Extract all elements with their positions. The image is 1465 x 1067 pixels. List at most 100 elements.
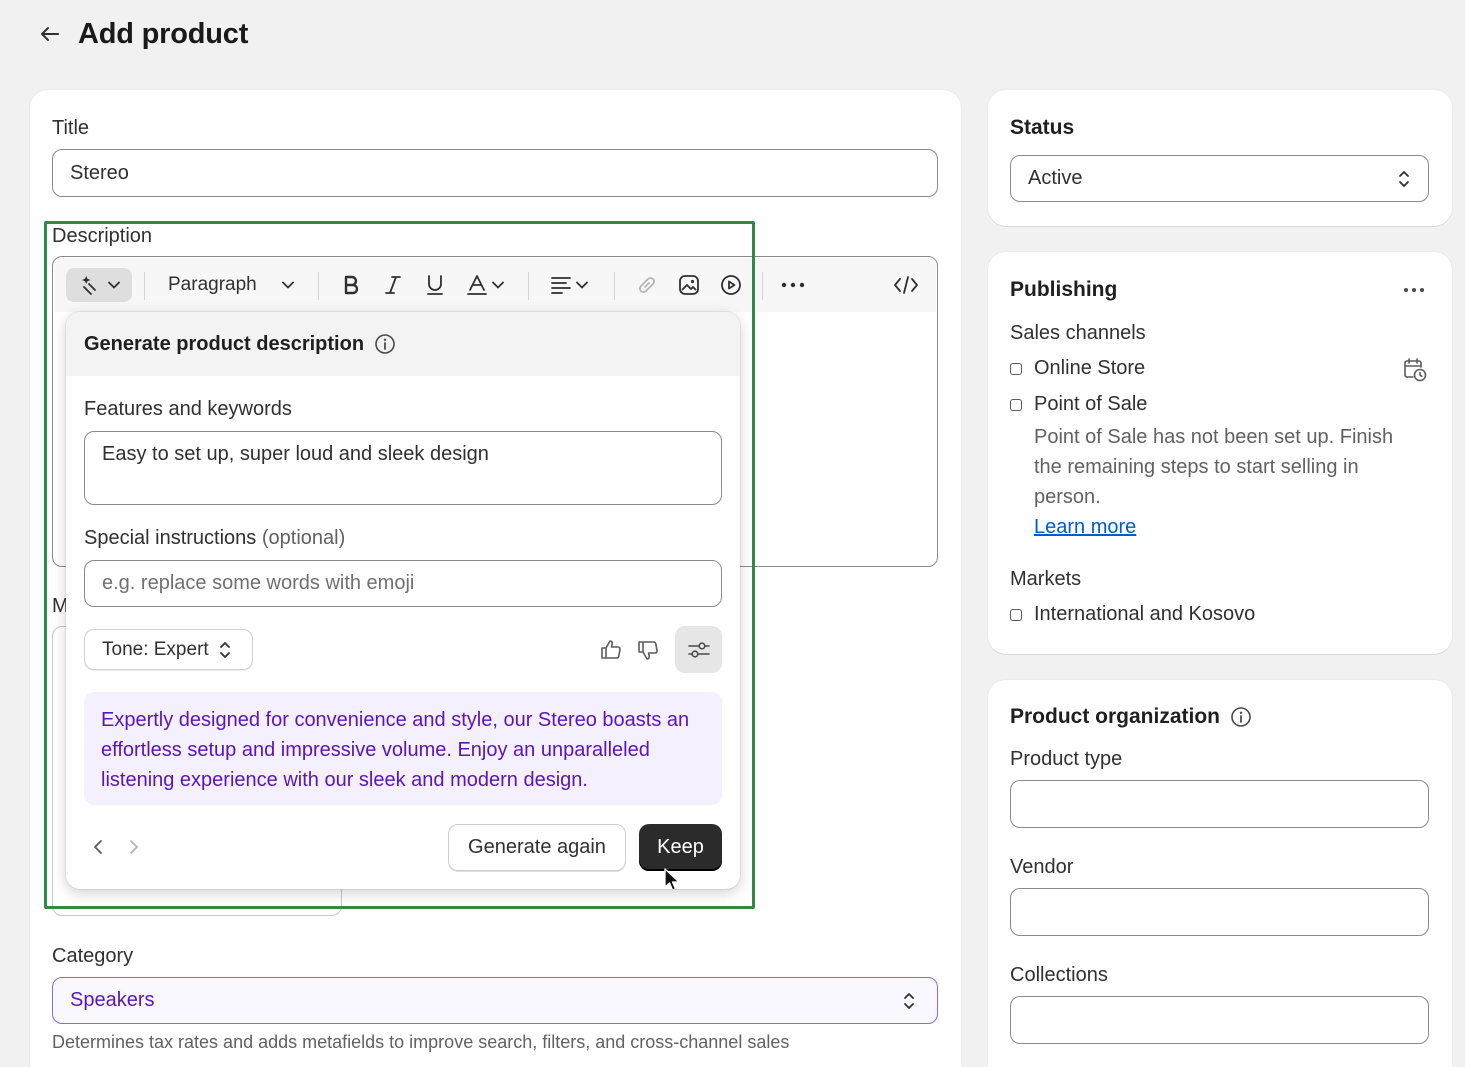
calendar-clock-icon: [1402, 357, 1428, 383]
play-circle-icon: [720, 274, 742, 296]
thumbs-down-icon: [636, 638, 660, 662]
sparkle-icon: [78, 274, 100, 296]
align-left-icon: [550, 276, 572, 294]
chevron-down-icon: [492, 281, 504, 289]
chevron-down-icon: [576, 281, 588, 289]
product-organization-header: Product organization: [1010, 705, 1252, 729]
sales-channels-label: Sales channels: [1010, 322, 1146, 344]
bold-button[interactable]: [334, 268, 368, 302]
features-label: Features and keywords: [84, 398, 292, 420]
mouse-cursor-icon: [664, 868, 680, 889]
status-title: Status: [1010, 116, 1075, 139]
toolbar-divider: [528, 272, 529, 300]
bullet-icon: [1010, 608, 1022, 621]
html-view-button[interactable]: [888, 268, 924, 302]
video-button[interactable]: [714, 268, 748, 302]
generate-description-popover: Generate product description Features an…: [66, 312, 740, 889]
schedule-availability-button[interactable]: [1400, 356, 1430, 384]
collections-label: Collections: [1010, 964, 1108, 986]
bold-icon: [342, 275, 360, 295]
category-help-text: Determines tax rates and adds metafields…: [52, 1032, 790, 1052]
thumbs-up-icon: [599, 638, 623, 662]
toolbar-divider: [762, 272, 763, 300]
instructions-placeholder: e.g. replace some words with emoji: [102, 572, 415, 594]
market-item: International and Kosovo: [1010, 603, 1255, 626]
product-type-label: Product type: [1010, 748, 1123, 770]
features-input-value: Easy to set up, super loud and sleek des…: [102, 443, 489, 465]
title-input[interactable]: Stereo: [52, 149, 938, 197]
instructions-label: Special instructions (optional): [84, 527, 345, 550]
title-label: Title: [52, 117, 90, 139]
link-button[interactable]: [630, 268, 664, 302]
magic-generate-button[interactable]: [66, 268, 132, 302]
chevron-up-down-icon: [219, 640, 231, 660]
align-button[interactable]: [544, 268, 594, 302]
underline-button[interactable]: [418, 268, 452, 302]
arrow-left-icon: [38, 22, 62, 46]
optional-hint: (optional): [261, 527, 346, 549]
instructions-input[interactable]: e.g. replace some words with emoji: [84, 560, 722, 607]
code-icon: [893, 275, 919, 295]
channel-point-of-sale: Point of Sale: [1010, 393, 1147, 416]
toolbar-divider: [144, 272, 145, 300]
paragraph-select-label: Paragraph: [168, 274, 257, 295]
more-formatting-button[interactable]: [776, 268, 810, 302]
pos-setup-note: Point of Sale has not been set up. Finis…: [1034, 426, 1394, 508]
text-color-icon: [466, 274, 488, 296]
editor-toolbar: Paragraph: [54, 258, 936, 312]
link-icon: [636, 274, 658, 296]
chevron-up-down-icon: [903, 991, 915, 1011]
italic-button[interactable]: [376, 268, 410, 302]
vendor-input[interactable]: [1010, 888, 1429, 936]
generated-description-result: Expertly designed for convenience and st…: [84, 692, 722, 805]
adjust-settings-button[interactable]: [675, 626, 722, 673]
more-horizontal-icon: [1403, 287, 1425, 293]
features-input[interactable]: Easy to set up, super loud and sleek des…: [84, 431, 722, 505]
category-select[interactable]: Speakers: [52, 977, 938, 1024]
collections-input[interactable]: [1010, 996, 1429, 1044]
next-result-button[interactable]: [122, 832, 146, 862]
tone-select-label: Tone: Expert: [102, 638, 209, 660]
learn-more-link[interactable]: Learn more: [1034, 516, 1136, 539]
generate-again-button[interactable]: Generate again: [448, 824, 626, 871]
paragraph-select[interactable]: Paragraph: [158, 268, 304, 302]
popover-header: Generate product description: [66, 312, 740, 376]
vendor-label: Vendor: [1010, 856, 1074, 878]
keep-button[interactable]: Keep: [639, 824, 722, 871]
channel-online-store: Online Store: [1010, 357, 1145, 380]
product-type-input[interactable]: [1010, 780, 1429, 828]
status-select-value: Active: [1028, 167, 1083, 189]
italic-icon: [384, 275, 402, 295]
info-icon[interactable]: [1230, 706, 1252, 728]
status-select[interactable]: Active: [1010, 155, 1429, 202]
underline-icon: [426, 274, 444, 296]
chevron-left-icon: [93, 839, 103, 855]
category-select-value: Speakers: [70, 989, 155, 1011]
thumbs-down-button[interactable]: [633, 635, 663, 665]
back-button[interactable]: [36, 20, 64, 48]
sliders-icon: [687, 640, 711, 660]
publishing-more-button[interactable]: [1398, 278, 1430, 302]
markets-label: Markets: [1010, 568, 1082, 590]
category-label: Category: [52, 945, 134, 967]
bullet-icon: [1010, 362, 1022, 375]
popover-title: Generate product description: [84, 332, 365, 355]
toolbar-divider: [318, 272, 319, 300]
toolbar-divider: [614, 272, 615, 300]
text-color-button[interactable]: [460, 268, 510, 302]
tone-select[interactable]: Tone: Expert: [84, 629, 253, 670]
channel-label: Point of Sale: [1034, 393, 1148, 415]
instructions-label-text: Special instructions: [84, 527, 257, 549]
page-title: Add product: [78, 17, 249, 50]
channel-label: Online Store: [1034, 357, 1146, 379]
description-label: Description: [52, 225, 153, 247]
previous-result-button[interactable]: [86, 832, 110, 862]
publishing-title: Publishing: [1010, 278, 1118, 301]
image-icon: [678, 274, 700, 296]
image-button[interactable]: [672, 268, 706, 302]
info-icon[interactable]: [374, 333, 396, 355]
product-organization-title: Product organization: [1010, 705, 1220, 728]
chevron-right-icon: [129, 839, 139, 855]
chevron-down-icon: [108, 281, 120, 289]
thumbs-up-button[interactable]: [596, 635, 626, 665]
